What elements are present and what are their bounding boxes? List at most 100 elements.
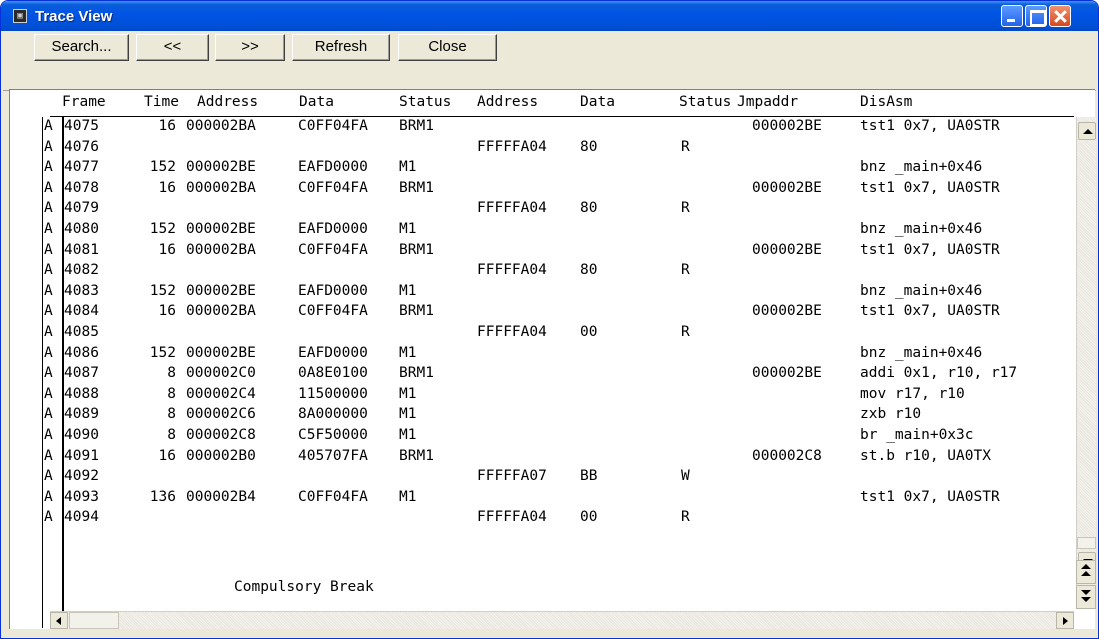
row-time: 152 [149,159,176,176]
row-data: 405707FA [298,447,368,464]
table-row[interactable]: A 4080 152 000002BE EAFD0000 M1 bnz _main+0x46 [10,220,1074,241]
table-row[interactable]: A 4083 152 000002BE EAFD0000 M1 bnz _main+0x46 [10,282,1074,303]
table-row[interactable]: A 4085 FFFFFA04 00 R [10,323,1074,344]
row-status-2: R [681,509,690,526]
table-row[interactable]: A 4079 FFFFFA04 80 R [10,199,1074,220]
table-row[interactable]: A 4090 8 000002C8 C5F50000 M1 br _main+0x3c [10,426,1074,447]
row-frame: 4079 [64,200,99,217]
row-frame: 4077 [64,159,99,176]
vertical-scroll-thumb[interactable] [1077,537,1096,549]
table-row[interactable]: A 4078 16 000002BA C0FF04FA BRM1 000002BE tst1 … [10,179,1074,200]
row-jmpaddr: 000002BE [752,303,822,320]
close-window-button[interactable] [1049,5,1071,27]
table-row[interactable]: A 4075 16 000002BA C0FF04FA BRM1 000002BE tst1 … [10,117,1074,138]
row-status: M1 [399,159,417,176]
row-data: 11500000 [298,385,368,402]
page-down-button[interactable] [1076,585,1096,609]
table-row[interactable]: A 4091 16 000002B0 405707FA BRM1 000002C8 st.b … [10,447,1074,468]
column-header-data[interactable]: Data [299,94,334,110]
row-frame: 4093 [64,488,99,505]
column-header-address-2[interactable]: Address [477,94,538,110]
previous-button[interactable]: << [136,34,209,61]
row-mark: A [44,509,53,526]
minimize-button[interactable] [1001,5,1023,27]
row-jmpaddr: 000002BE [752,179,822,196]
next-button[interactable]: >> [215,34,285,61]
column-header-disasm[interactable]: DisAsm [860,94,912,110]
title-bar[interactable]: ▣ Trace View [1,1,1098,31]
row-disasm: tst1 0x7, UA0STR [860,179,1000,196]
row-address: 000002C0 [186,365,256,382]
column-header-row: Frame Time Address Data Status Address D… [10,94,912,112]
row-data: C0FF04FA [298,241,368,258]
row-address: 000002C4 [186,385,256,402]
row-frame: 4092 [64,468,99,485]
maximize-button[interactable] [1025,5,1047,27]
table-row[interactable]: A 4093 136 000002B4 C0FF04FA M1 tst1 0x7, UA0S… [10,488,1074,509]
column-header-data-2[interactable]: Data [580,94,615,110]
table-row[interactable]: A 4088 8 000002C4 11500000 M1 mov r17, r10 [10,385,1074,406]
table-row[interactable]: A 4089 8 000002C6 8A000000 M1 zxb r10 [10,405,1074,426]
row-address-2: FFFFFA04 [477,138,547,155]
row-disasm: bnz _main+0x46 [860,159,983,176]
row-data-2: 80 [580,200,598,217]
column-header-status[interactable]: Status [399,94,451,110]
column-header-address[interactable]: Address [197,94,258,110]
row-time: 152 [149,220,176,237]
horizontal-scroll-thumb[interactable] [69,612,119,629]
row-disasm: tst1 0x7, UA0STR [860,241,1000,258]
horizontal-scrollbar[interactable] [50,611,1074,629]
column-header-jmpaddr[interactable]: Jmpaddr [737,94,798,110]
row-address: 000002BA [186,179,256,196]
window-title: Trace View [35,7,113,25]
row-frame: 4081 [64,241,99,258]
row-status-2: R [681,138,690,155]
column-header-status-2[interactable]: Status [679,94,731,110]
search-button[interactable]: Search... [34,34,129,61]
row-address-2: FFFFFA04 [477,323,547,340]
row-time: 16 [158,118,176,134]
row-address: 000002B0 [186,447,256,464]
row-time: 16 [158,241,176,258]
table-row[interactable]: A 4087 8 000002C0 0A8E0100 BRM1 000002BE addi 0… [10,364,1074,385]
row-disasm: tst1 0x7, UA0STR [860,118,1000,134]
row-frame: 4089 [64,406,99,423]
row-status: BRM1 [399,447,434,464]
table-row[interactable]: A 4081 16 000002BA C0FF04FA BRM1 000002BE tst1 … [10,241,1074,262]
table-row[interactable]: A 4086 152 000002BE EAFD0000 M1 bnz _main+0x46 [10,344,1074,365]
table-row[interactable]: A 4092 FFFFFA07 BB W [10,467,1074,488]
refresh-button[interactable]: Refresh [292,34,390,61]
column-header-time[interactable]: Time [144,94,179,110]
scroll-right-button[interactable] [1056,612,1074,629]
row-disasm: mov r17, r10 [860,385,965,402]
scroll-left-button[interactable] [50,612,68,629]
row-data-2: 00 [580,323,598,340]
row-address: 000002C8 [186,426,256,443]
close-button[interactable]: Close [398,34,497,61]
trace-list[interactable]: Frame Time Address Data Status Address D… [9,89,1096,629]
row-status: M1 [399,426,417,443]
row-data: C0FF04FA [298,179,368,196]
table-row[interactable]: A 4077 152 000002BE EAFD0000 M1 bnz _main+0x46 [10,158,1074,179]
window-bottom-border [1,629,1098,638]
row-time: 16 [158,303,176,320]
page-up-button[interactable] [1076,560,1096,584]
row-status: BRM1 [399,241,434,258]
row-data: C0FF04FA [298,118,368,134]
row-frame: 4076 [64,138,99,155]
row-address-2: FFFFFA04 [477,200,547,217]
vertical-scrollbar[interactable] [1076,117,1096,602]
row-mark: A [44,241,53,258]
table-row[interactable]: A 4076 FFFFFA04 80 R [10,138,1074,159]
scroll-up-button[interactable] [1078,122,1096,140]
row-mark: A [44,118,53,134]
row-status: BRM1 [399,118,434,134]
row-jmpaddr: 000002BE [752,365,822,382]
row-mark: A [44,406,53,423]
table-row[interactable]: A 4094 FFFFFA04 00 R [10,508,1074,529]
column-header-frame[interactable]: Frame [62,94,106,110]
row-jmpaddr: 000002C8 [752,447,822,464]
table-row[interactable]: A 4082 FFFFFA04 80 R [10,261,1074,282]
row-address: 000002BA [186,118,256,134]
table-row[interactable]: A 4084 16 000002BA C0FF04FA BRM1 000002BE tst1 … [10,302,1074,323]
